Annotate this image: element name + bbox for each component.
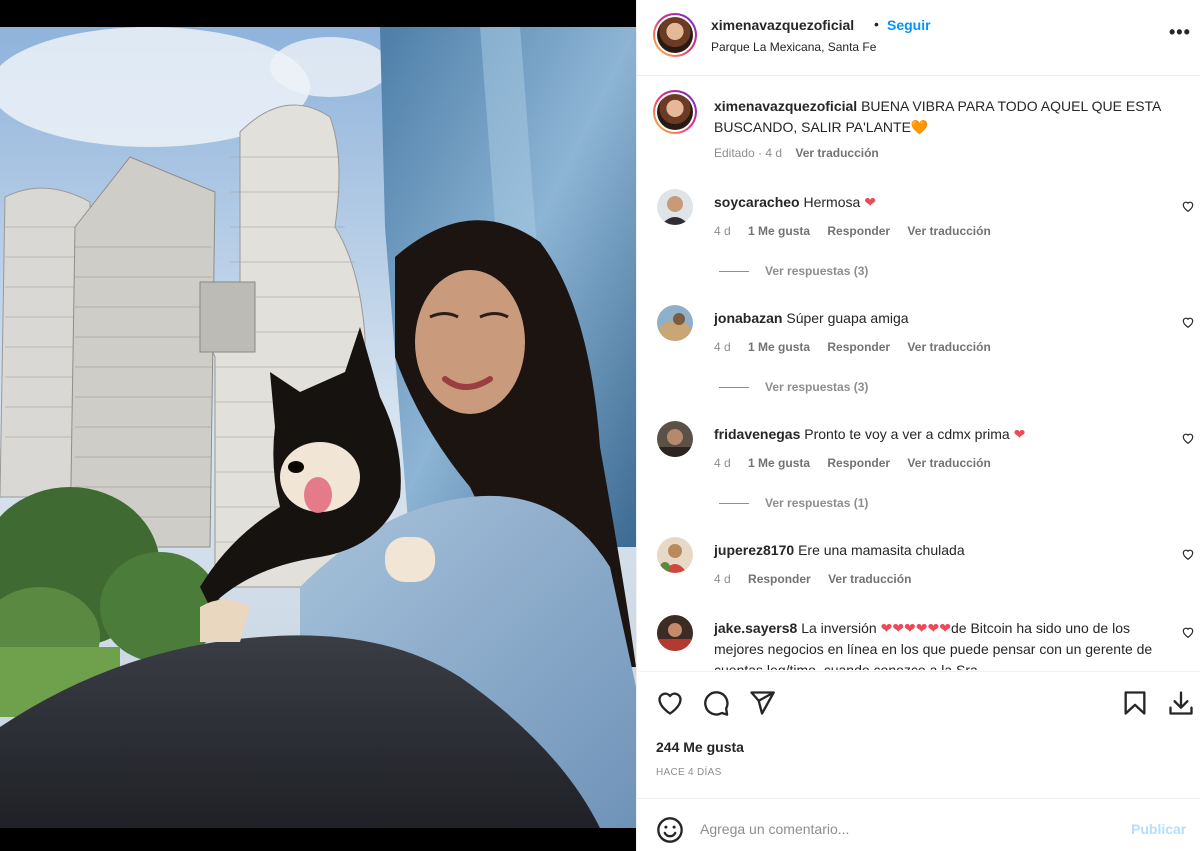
add-comment-bar: Publicar	[637, 798, 1200, 851]
red-hearts-emoji: ❤❤❤❤❤❤	[880, 620, 951, 636]
instagram-post-modal: ximenavazquezoficial • Seguir Parque La …	[0, 0, 1200, 851]
caption-edited: Editado · 4 d	[714, 146, 783, 160]
comment-item: fridavenegas Pronto te voy a ver a cdmx …	[637, 421, 1200, 531]
more-options-icon[interactable]: •••	[1169, 22, 1191, 43]
caption-avatar[interactable]	[653, 90, 697, 134]
comment-body: juperez8170 Ere una mamasita chulada	[714, 540, 1164, 561]
commenter-avatar-image	[657, 189, 693, 225]
post-sidebar: ximenavazquezoficial • Seguir Parque La …	[636, 0, 1200, 851]
header-separator: •	[874, 16, 879, 32]
comment-likes[interactable]: 1 Me gusta	[748, 340, 810, 354]
post-photo[interactable]	[0, 27, 636, 828]
comment-time: 4 d	[714, 572, 731, 586]
comment-actions: 4 d Responder Ver traducción	[714, 572, 925, 586]
author-avatar-image	[657, 17, 693, 53]
comment-text: Súper guapa amiga	[786, 310, 909, 326]
caption-text: ximenavazquezoficial BUENA VIBRA PARA TO…	[714, 96, 1174, 138]
caption-avatar-inner	[655, 92, 695, 132]
comment-text: La inversión	[801, 620, 881, 636]
comment-body: jonabazan Súper guapa amiga	[714, 308, 1164, 329]
post-action-bar: 244 Me gusta HACE 4 DÍAS	[637, 671, 1200, 797]
download-icon[interactable]	[1167, 689, 1195, 717]
bookmark-icon[interactable]	[1121, 689, 1149, 717]
translate-button[interactable]: Ver traducción	[907, 456, 990, 470]
heart-icon[interactable]	[656, 689, 684, 717]
translate-button[interactable]: Ver traducción	[907, 224, 990, 238]
comments-list[interactable]: ximenavazquezoficial BUENA VIBRA PARA TO…	[637, 77, 1200, 670]
comment-body: soycaracheo Hermosa ❤	[714, 192, 1164, 213]
caption-meta: Editado · 4 d Ver traducción	[714, 146, 879, 160]
translate-button[interactable]: Ver traducción	[907, 340, 990, 354]
follow-button[interactable]: Seguir	[887, 17, 931, 33]
comment-body: jake.sayers8 La inversión ❤❤❤❤❤❤de Bitco…	[714, 618, 1164, 670]
commenter-avatar[interactable]	[657, 537, 693, 573]
commenter-avatar[interactable]	[657, 421, 693, 457]
author-avatar[interactable]	[653, 13, 697, 57]
author-username[interactable]: ximenavazquezoficial	[711, 17, 854, 33]
comment-username[interactable]: jake.sayers8	[714, 620, 797, 636]
reply-button[interactable]: Responder	[827, 340, 890, 354]
comment-like-heart-icon[interactable]	[1181, 431, 1195, 445]
comment-likes[interactable]: 1 Me gusta	[748, 224, 810, 238]
comment-likes[interactable]: 1 Me gusta	[748, 456, 810, 470]
reply-button[interactable]: Responder	[827, 224, 890, 238]
post-timestamp: HACE 4 DÍAS	[656, 767, 722, 778]
comment-like-heart-icon[interactable]	[1181, 625, 1195, 639]
emoji-icon[interactable]	[656, 816, 684, 844]
commenter-avatar-image	[657, 537, 693, 573]
red-heart-emoji: ❤	[1013, 426, 1026, 442]
comment-item: jonabazan Súper guapa amiga 4 d 1 Me gus…	[637, 305, 1200, 415]
comment-text: Ere una mamasita chulada	[798, 542, 965, 558]
comment-actions: 4 d 1 Me gusta Responder Ver traducción	[714, 224, 1005, 238]
commenter-avatar[interactable]	[657, 189, 693, 225]
caption-translate[interactable]: Ver traducción	[795, 146, 878, 160]
orange-heart-emoji: 🧡	[910, 119, 929, 135]
comment-item: soycaracheo Hermosa ❤ 4 d 1 Me gusta Res…	[637, 189, 1200, 299]
author-avatar-inner	[655, 15, 695, 55]
reply-button[interactable]: Responder	[748, 572, 811, 586]
comment-username[interactable]: soycaracheo	[714, 194, 800, 210]
share-icon[interactable]	[748, 689, 776, 717]
comment-item: jake.sayers8 La inversión ❤❤❤❤❤❤de Bitco…	[637, 615, 1200, 670]
post-header: ximenavazquezoficial • Seguir Parque La …	[637, 0, 1200, 76]
comment-like-heart-icon[interactable]	[1181, 199, 1195, 213]
comment-like-heart-icon[interactable]	[1181, 547, 1195, 561]
view-replies-button[interactable]: Ver respuestas (3)	[719, 264, 868, 278]
commenter-avatar[interactable]	[657, 305, 693, 341]
comment-time: 4 d	[714, 340, 731, 354]
comment-actions: 4 d 1 Me gusta Responder Ver traducción	[714, 340, 1005, 354]
comment-text: Pronto te voy a ver a cdmx prima	[804, 426, 1014, 442]
photo-illustration	[0, 27, 636, 828]
commenter-avatar[interactable]	[657, 615, 693, 651]
view-replies-button[interactable]: Ver respuestas (3)	[719, 380, 868, 394]
comment-input[interactable]	[700, 817, 1120, 841]
commenter-avatar-image	[657, 615, 693, 651]
red-heart-emoji: ❤	[864, 194, 876, 210]
post-location[interactable]: Parque La Mexicana, Santa Fe	[711, 40, 876, 54]
comment-time: 4 d	[714, 224, 731, 238]
reply-button[interactable]: Responder	[827, 456, 890, 470]
publish-button[interactable]: Publicar	[1131, 821, 1186, 837]
comment-username[interactable]: fridavenegas	[714, 426, 800, 442]
caption-username[interactable]: ximenavazquezoficial	[714, 98, 857, 114]
post-media	[0, 0, 636, 851]
likes-count[interactable]: 244 Me gusta	[656, 739, 744, 755]
comment-actions: 4 d 1 Me gusta Responder Ver traducción	[714, 456, 1005, 470]
comment-body: fridavenegas Pronto te voy a ver a cdmx …	[714, 424, 1164, 445]
comment-time: 4 d	[714, 456, 731, 470]
comment-username[interactable]: juperez8170	[714, 542, 794, 558]
commenter-avatar-image	[657, 305, 693, 341]
commenter-avatar-image	[657, 421, 693, 457]
translate-button[interactable]: Ver traducción	[828, 572, 911, 586]
view-replies-button[interactable]: Ver respuestas (1)	[719, 496, 868, 510]
comment-icon[interactable]	[702, 689, 730, 717]
comment-username[interactable]: jonabazan	[714, 310, 782, 326]
comment-like-heart-icon[interactable]	[1181, 315, 1195, 329]
caption-avatar-image	[657, 94, 693, 130]
comment-text: Hermosa	[803, 194, 865, 210]
